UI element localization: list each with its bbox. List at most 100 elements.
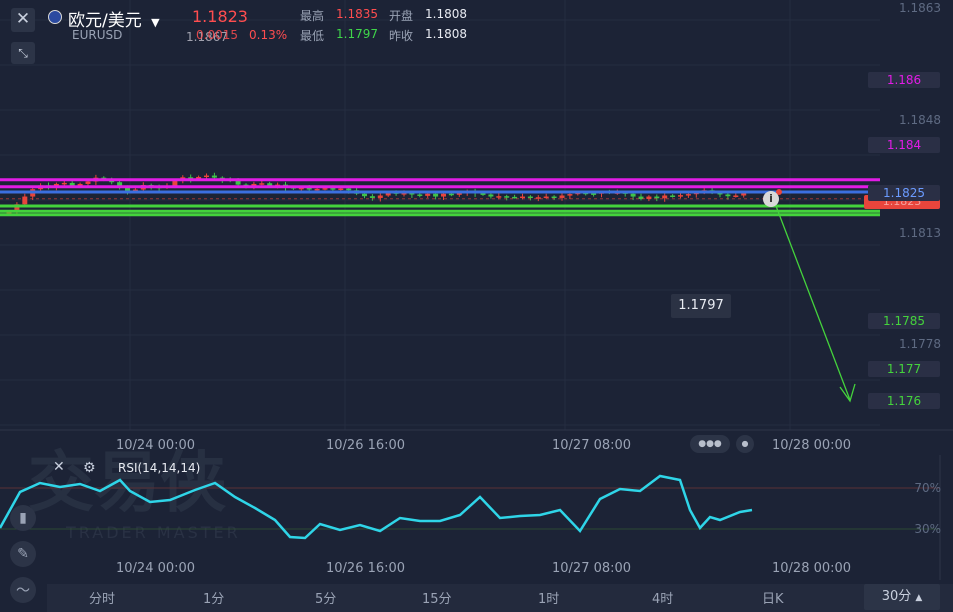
candle-body [559, 195, 565, 198]
watermark-en: TRADER MASTER [65, 523, 241, 542]
candle-body [433, 193, 439, 197]
level-box-1177[interactable]: 1.177 [868, 361, 940, 377]
time-label-1: 10/24 00:00 [116, 438, 196, 453]
axis-label-1813: 1.1813 [899, 226, 941, 240]
indicator-tool-icon[interactable]: ▮ [10, 505, 36, 531]
open-label: 开盘 [389, 9, 414, 23]
level-box-1184[interactable]: 1.184 [868, 137, 940, 153]
high-value: 1.1835 [336, 7, 378, 21]
low-label: 最低 [300, 29, 325, 43]
time-label-4: 10/28 00:00 [772, 438, 852, 453]
candle-body [733, 195, 739, 197]
candle-body [685, 194, 691, 196]
candle-body [678, 195, 683, 197]
candle-body [670, 195, 676, 197]
candle-body [172, 180, 178, 187]
rsi-time-label-1: 10/24 00:00 [116, 561, 196, 576]
chevron-down-icon: ▼ [151, 16, 160, 29]
candle-body [22, 196, 28, 205]
time-label-2: 10/26 16:00 [326, 438, 406, 453]
forecast-arrow [775, 189, 856, 403]
prev-close-label: 昨收 [389, 29, 414, 43]
low-value: 1.1797 [336, 27, 378, 41]
tf-1min[interactable]: 1分 [203, 588, 224, 607]
tf-4hour[interactable]: 4时 [652, 588, 673, 607]
chart-canvas[interactable]: 交易侠 TRADER MASTER [0, 0, 953, 612]
candle-body [441, 193, 446, 197]
level-box-1176[interactable]: 1.176 [868, 393, 940, 409]
candle-body [61, 182, 67, 185]
collapse-button[interactable]: ⤡ [11, 42, 35, 64]
chevron-up-icon: ▲ [915, 593, 923, 603]
candle-body [488, 194, 494, 197]
candle-body [725, 194, 731, 197]
candle-body [567, 194, 573, 196]
rsi-label: RSI(14,14,14) [118, 461, 201, 475]
level-box-11785[interactable]: 1.1785 [868, 313, 940, 329]
tf-1hour[interactable]: 1时 [538, 588, 559, 607]
indicator-controls[interactable]: ●●● [690, 435, 730, 453]
candle-body [520, 196, 525, 199]
axis-label-top: 1.1863 [899, 1, 941, 15]
candle-body [362, 193, 367, 197]
candle-body [330, 188, 336, 190]
info-icon[interactable]: i [763, 191, 779, 207]
low-callout-value: 1.1797 [678, 298, 724, 313]
prev-close-value: 1.1808 [425, 27, 467, 41]
price-change-pct: 0.13% [249, 28, 288, 42]
rsi-time-label-4: 10/28 00:00 [772, 561, 852, 576]
indicator-toggle-icon[interactable]: ● [736, 435, 754, 453]
axis-label-1848: 1.1848 [899, 113, 941, 127]
candle-body [480, 193, 486, 195]
candle-body [551, 196, 557, 199]
watermark-cn: 交易侠 [28, 444, 226, 521]
price-change: 0.0015 [196, 28, 238, 42]
candle-body [259, 183, 265, 185]
tf-more-label: 30分 [881, 589, 912, 604]
candle-body [204, 175, 209, 178]
level-box-1186[interactable]: 1.186 [868, 72, 940, 88]
time-label-3: 10/27 08:00 [552, 438, 632, 453]
tf-5min[interactable]: 5分 [315, 588, 336, 607]
candle-body [630, 193, 636, 197]
candle-body [369, 196, 375, 198]
chart-app: 交易侠 TRADER MASTER ✕ ⤡ 欧元/美元 ▼ EURUSD 1.1… [0, 0, 953, 612]
current-price: 1.1823 [192, 7, 248, 26]
candle-body [417, 194, 423, 196]
pencil-icon[interactable]: ✎ [10, 541, 36, 567]
candle-body [338, 188, 344, 190]
low-callout: 1.1797 [671, 294, 731, 318]
candle-body [322, 188, 328, 190]
timeframe-bar [47, 584, 953, 612]
open-value: 1.1808 [425, 7, 467, 21]
level-box-11825[interactable]: 1.1825 [868, 185, 940, 201]
rsi-settings-icon[interactable]: ⚙ [83, 460, 96, 476]
rsi-time-label-2: 10/26 16:00 [326, 561, 406, 576]
tf-fenshi[interactable]: 分时 [89, 588, 115, 607]
candle-body [425, 193, 431, 196]
candle-body [314, 188, 320, 191]
rsi-time-label-3: 10/27 08:00 [552, 561, 632, 576]
candle-body [543, 196, 549, 199]
candle-body [377, 195, 383, 198]
candle-body [591, 193, 597, 195]
tf-more-select[interactable]: 30分 ▲ [864, 584, 940, 610]
flag-icon [48, 10, 62, 24]
candle-body [211, 175, 217, 178]
candle-body [235, 180, 241, 185]
level-lines [0, 178, 880, 217]
rsi-close-icon[interactable]: ✕ [53, 459, 65, 475]
rsi-level-30: 30% [914, 522, 941, 536]
candle-body [496, 196, 502, 198]
tf-15min[interactable]: 15分 [422, 588, 452, 607]
candle-body [512, 196, 518, 199]
candle-body [527, 196, 533, 199]
candle-body [448, 193, 454, 196]
candle-body [654, 196, 660, 199]
close-button[interactable]: ✕ [11, 8, 35, 32]
trend-tool-icon[interactable]: 〜 [10, 577, 36, 603]
axis-label-1778: 1.1778 [899, 337, 941, 351]
forecast-arrow-line [775, 205, 851, 401]
symbol-code: EURUSD [72, 28, 123, 42]
tf-daily[interactable]: 日K [762, 588, 784, 607]
